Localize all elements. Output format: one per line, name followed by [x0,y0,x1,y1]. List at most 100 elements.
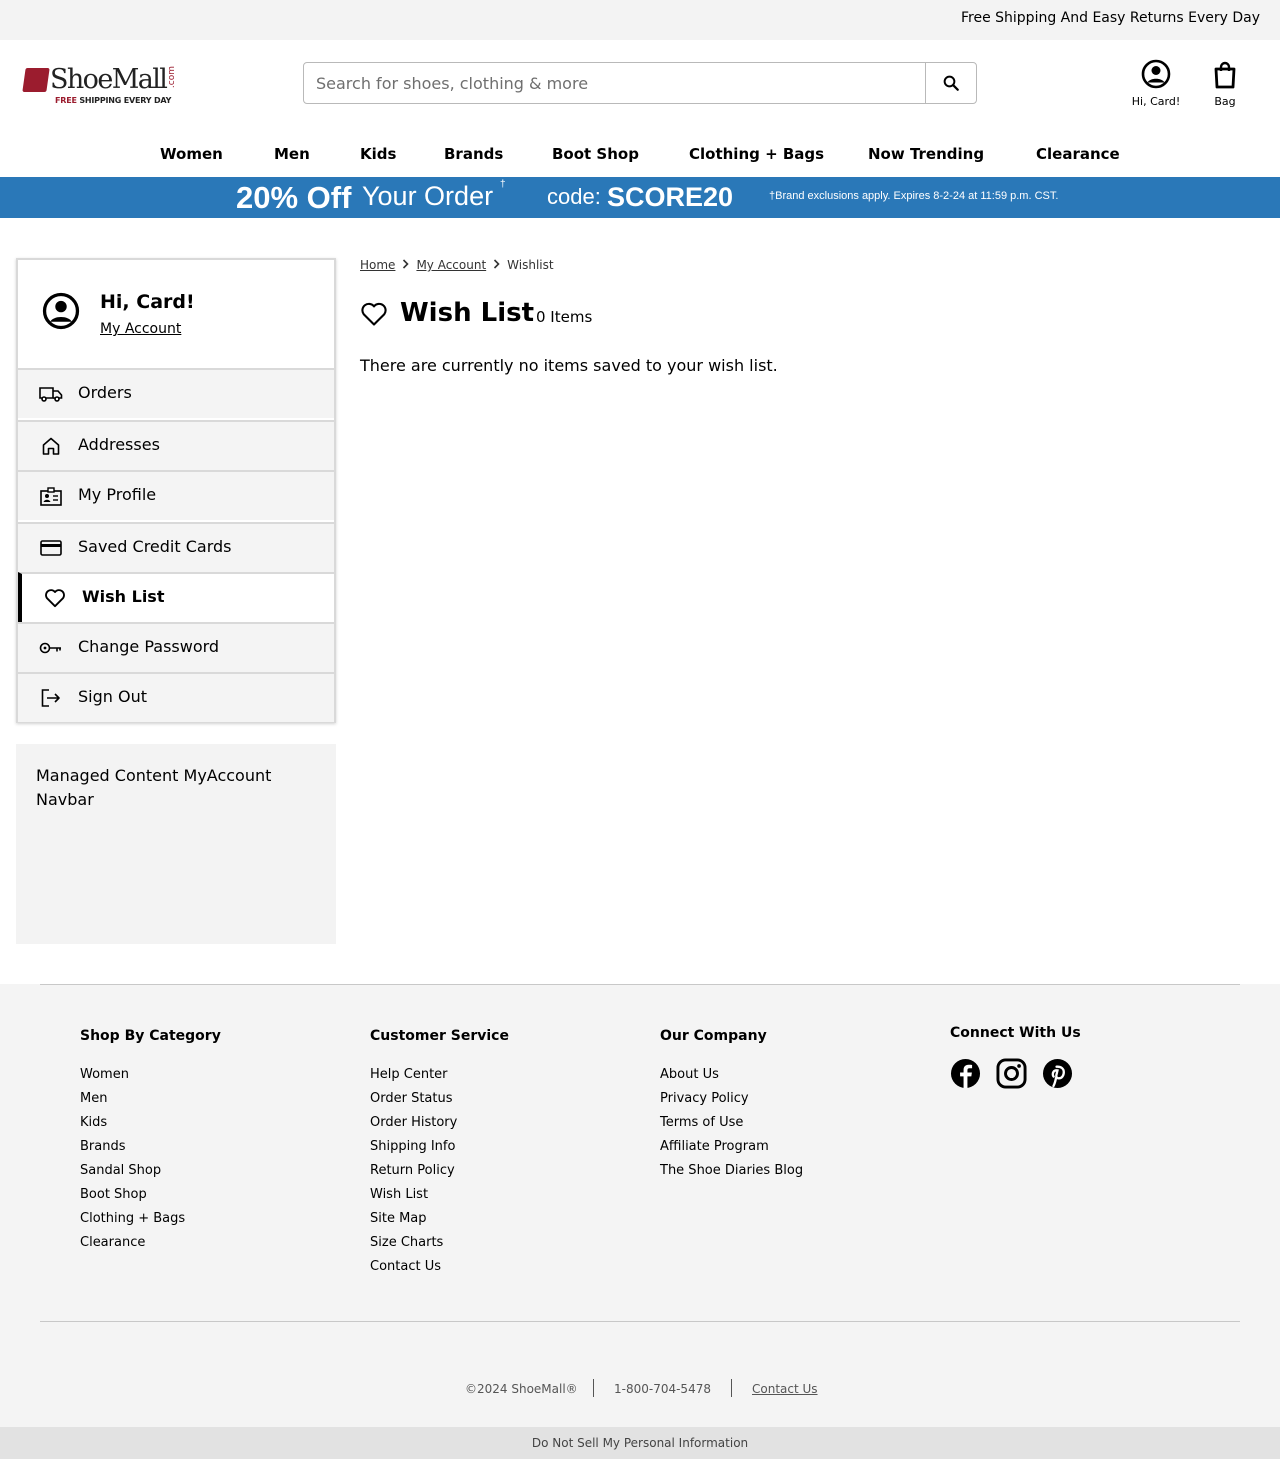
footer-link[interactable]: Affiliate Program [660,1138,803,1162]
footer-link[interactable]: Help Center [370,1066,509,1090]
footer-link[interactable]: Clothing + Bags [80,1210,221,1234]
footer-column-customer-service: Customer Service Help Center Order Statu… [370,1028,509,1282]
sidebar-greeting: Hi, Card! [100,291,195,313]
breadcrumb-current: Wishlist [507,258,554,272]
promo-dagger: † [500,179,506,190]
do-not-sell-link[interactable]: Do Not Sell My Personal Information [532,1436,748,1450]
logo-dotcom: .com [167,66,177,89]
wish-list-title: Wish List [400,298,535,328]
footer-link[interactable]: Wish List [370,1186,509,1210]
footer-link[interactable]: Privacy Policy [660,1090,803,1114]
sidebar-my-account-link[interactable]: My Account [100,321,181,337]
sidebar-item-addresses[interactable]: Addresses [18,420,334,470]
managed-content-text: Managed Content MyAccount Navbar [36,766,272,809]
footer-heading: Customer Service [370,1028,509,1044]
footer-phone[interactable]: 1-800-704-5478 [614,1382,711,1396]
user-avatar-icon [42,292,80,330]
breadcrumb-home[interactable]: Home [360,258,395,272]
footer-contact-us[interactable]: Contact Us [752,1382,818,1396]
footer-link[interactable]: Site Map [370,1210,509,1234]
sidebar-item-label: Sign Out [78,687,147,706]
nav-women[interactable]: Women [160,145,223,163]
sidebar-item-label: Addresses [78,435,160,454]
logo-word: ShoeMall [50,64,168,95]
nav-brands[interactable]: Brands [444,145,503,163]
nav-boot-shop[interactable]: Boot Shop [552,145,639,163]
footer-divider [40,984,1240,985]
footer-link[interactable]: Men [80,1090,221,1114]
top-banner-text: Free Shipping And Easy Returns Every Day [960,10,1260,26]
nav-now-trending[interactable]: Now Trending [868,145,984,163]
heart-icon [42,587,68,609]
nav-clearance[interactable]: Clearance [1036,145,1120,163]
sidebar-item-label: Wish List [82,587,165,606]
header-account-label: Hi, Card! [1131,95,1181,108]
sidebar-item-my-profile[interactable]: My Profile [18,470,334,520]
footer-separator [593,1379,594,1397]
profile-card-icon [38,485,64,507]
promo-headline: 20% Off [236,180,352,215]
footer-heading: Shop By Category [80,1028,221,1044]
sidebar-item-orders[interactable]: Orders [18,368,334,418]
search-bar [303,62,977,104]
truck-icon [38,383,64,405]
do-not-sell-bar: Do Not Sell My Personal Information [0,1427,1280,1459]
facebook-icon[interactable] [950,1058,981,1093]
footer-column-our-company: Our Company About Us Privacy Policy Term… [660,1028,803,1186]
footer-link[interactable]: About Us [660,1066,803,1090]
key-icon [38,637,64,659]
footer-link[interactable]: Clearance [80,1234,221,1258]
footer-link[interactable]: Order Status [370,1090,509,1114]
site-footer: Shop By Category Women Men Kids Brands S… [0,984,1280,1459]
main-navigation: Women Men Kids Brands Boot Shop Clothing… [0,140,1280,170]
footer-copyright: ©2024 ShoeMall® [465,1382,578,1396]
pinterest-icon[interactable] [1042,1058,1073,1093]
promo-banner[interactable]: 20% Off Your Order † code: SCORE20 †Bran… [0,177,1280,218]
footer-link[interactable]: Boot Shop [80,1186,221,1210]
sidebar-item-wish-list[interactable]: Wish List [18,572,334,622]
footer-separator [731,1379,732,1397]
search-input[interactable] [304,63,926,103]
home-icon [38,435,64,457]
account-icon [1141,59,1171,89]
footer-link[interactable]: Size Charts [370,1234,509,1258]
site-logo[interactable]: ShoeMall .com FREE SHIPPING EVERY DAY [22,64,182,108]
instagram-icon[interactable] [996,1058,1027,1093]
footer-bottom: ©2024 ShoeMall® 1-800-704-5478 Contact U… [0,1379,1280,1399]
logo-tagline-rest: SHIPPING EVERY DAY [76,96,172,105]
footer-link[interactable]: Kids [80,1114,221,1138]
managed-content-block: Managed Content MyAccount Navbar [16,744,336,944]
heart-icon [361,302,387,326]
sidebar-item-sign-out[interactable]: Sign Out [18,672,334,722]
footer-link[interactable]: Order History [370,1114,509,1138]
promo-code: SCORE20 [607,182,734,212]
footer-link[interactable]: The Shoe Diaries Blog [660,1162,803,1186]
promo-code-label: code: [547,184,601,209]
footer-link[interactable]: Return Policy [370,1162,509,1186]
nav-men[interactable]: Men [274,145,310,163]
header-bag[interactable]: Bag [1200,58,1250,112]
sidebar-item-change-password[interactable]: Change Password [18,622,334,672]
nav-clothing-bags[interactable]: Clothing + Bags [689,145,824,163]
sidebar-item-saved-credit-cards[interactable]: Saved Credit Cards [18,522,334,572]
account-sidebar: Hi, Card! My Account Orders Addresses My… [16,258,336,723]
chevron-right-icon [493,258,500,272]
breadcrumb-my-account[interactable]: My Account [416,258,486,272]
footer-divider [40,1321,1240,1322]
top-banner: Free Shipping And Easy Returns Every Day [0,0,1280,40]
wish-list-empty-message: There are currently no items saved to yo… [360,356,778,375]
footer-link[interactable]: Brands [80,1138,221,1162]
sidebar-item-label: Orders [78,383,132,402]
nav-kids[interactable]: Kids [360,145,396,163]
footer-link[interactable]: Sandal Shop [80,1162,221,1186]
search-button[interactable] [925,63,976,103]
sidebar-item-label: Change Password [78,637,220,656]
footer-link[interactable]: Terms of Use [660,1114,803,1138]
footer-link[interactable]: Contact Us [370,1258,509,1282]
footer-link[interactable]: Shipping Info [370,1138,509,1162]
sidebar-item-label: Saved Credit Cards [78,537,232,556]
footer-heading: Our Company [660,1028,767,1044]
header-account[interactable]: Hi, Card! [1124,58,1188,112]
footer-link[interactable]: Women [80,1066,221,1090]
promo-sub: Your Order [362,181,494,211]
